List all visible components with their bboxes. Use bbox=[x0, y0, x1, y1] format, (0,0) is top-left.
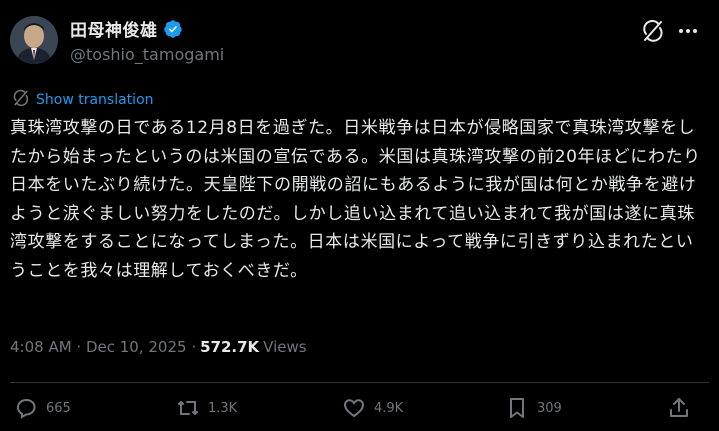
views-label: Views bbox=[263, 338, 307, 356]
repost-icon bbox=[178, 401, 198, 415]
bookmark-icon bbox=[510, 398, 524, 418]
repost-button[interactable]: 1.3K bbox=[176, 396, 237, 420]
like-count: 4.9K bbox=[374, 400, 404, 416]
reply-count: 665 bbox=[46, 400, 71, 416]
bookmark-count: 309 bbox=[537, 400, 562, 416]
post-text: 真珠湾攻撃の日である12月8日を過ぎた。日米戦争は日本が侵略国家で真珠湾攻撃をし… bbox=[10, 118, 701, 281]
action-bar: 665 1.3K 4.9K 309 bbox=[0, 396, 719, 428]
author-name-row: 田母神俊雄 bbox=[70, 16, 183, 41]
repost-count: 1.3K bbox=[208, 400, 238, 416]
post-header: 田母神俊雄 @toshio_tamogami bbox=[0, 0, 719, 80]
like-button[interactable]: 4.9K bbox=[342, 396, 403, 420]
bookmark-button[interactable]: 309 bbox=[505, 396, 562, 420]
reply-button[interactable]: 665 bbox=[14, 396, 71, 420]
more-icon[interactable] bbox=[677, 19, 699, 43]
grok-icon[interactable] bbox=[641, 19, 665, 43]
author-handle[interactable]: @toshio_tamogami bbox=[70, 45, 224, 64]
divider bbox=[10, 382, 709, 383]
translate-icon bbox=[12, 89, 36, 111]
show-translation-label[interactable]: Show translation bbox=[36, 92, 154, 108]
share-icon bbox=[670, 398, 688, 417]
post-timestamp[interactable]: 4:08 AM · Dec 10, 2025 · bbox=[10, 338, 196, 356]
post-meta: 4:08 AM · Dec 10, 2025 · 572.7K Views bbox=[10, 338, 307, 356]
heart-icon bbox=[343, 399, 365, 418]
reply-icon bbox=[16, 398, 36, 419]
verified-badge-icon[interactable] bbox=[163, 19, 183, 39]
views-count: 572.7K bbox=[200, 338, 260, 356]
avatar[interactable] bbox=[10, 16, 58, 64]
show-translation-link[interactable]: Show translation bbox=[12, 89, 154, 111]
author-display-name[interactable]: 田母神俊雄 bbox=[70, 16, 158, 41]
share-button[interactable] bbox=[667, 396, 699, 420]
